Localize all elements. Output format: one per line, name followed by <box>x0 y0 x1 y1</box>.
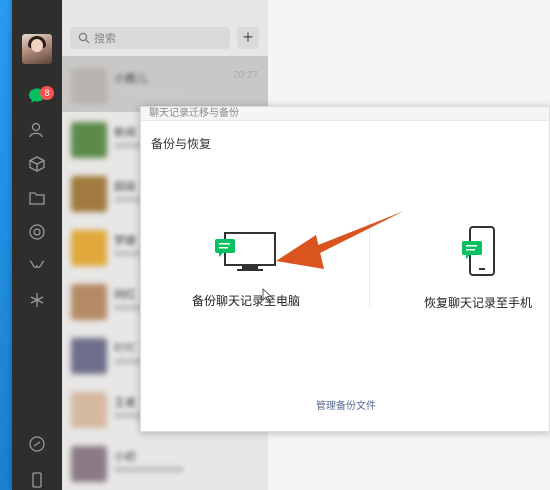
chat-name: 新闻 <box>114 127 136 139</box>
add-chat-button[interactable]: + <box>237 27 259 49</box>
mouse-cursor-icon <box>262 288 272 302</box>
chat-avatar <box>71 446 107 482</box>
chat-name: 小鹿儿 <box>114 73 147 85</box>
chat-avatar <box>71 392 107 428</box>
chat-name: 小初 <box>114 451 136 463</box>
chat-name: 王者 <box>114 397 136 409</box>
user-avatar[interactable] <box>22 34 52 64</box>
chat-name: 梦婕 <box>114 235 136 247</box>
chat-name: 网红 <box>114 289 136 301</box>
chat-avatar <box>71 176 107 212</box>
chat-preview <box>114 88 184 95</box>
nav-sidebar: 8 <box>12 0 62 490</box>
chat-item[interactable]: 小初 <box>62 434 268 490</box>
restore-to-phone-label: 恢复聊天记录至手机 <box>423 296 532 310</box>
dialog-heading: 备份与恢复 <box>151 137 212 151</box>
moments-nav-icon[interactable] <box>25 220 49 244</box>
mini-program-nav-icon[interactable] <box>25 432 49 456</box>
contacts-nav-icon[interactable] <box>25 118 49 142</box>
chat-avatar <box>71 338 107 374</box>
chat-time: 20:27 <box>232 70 258 81</box>
search-nav-icon[interactable] <box>25 288 49 312</box>
search-icon <box>78 32 90 44</box>
avatar-face <box>31 39 43 52</box>
chat-item[interactable]: 小鹿儿 20:27 <box>62 56 268 112</box>
chat-name: 超级 <box>114 181 136 193</box>
chat-name: 吖吖 <box>114 343 136 355</box>
phone-nav-icon[interactable] <box>25 468 49 490</box>
chat-avatar <box>71 122 107 158</box>
unread-badge: 8 <box>40 86 54 100</box>
restore-to-phone-option[interactable]: 恢复聊天记录至手机 <box>403 225 550 311</box>
dialog-titlebar: 聊天记录迁移与备份 <box>141 107 549 121</box>
files-nav-icon[interactable] <box>25 186 49 210</box>
chat-avatar <box>71 68 107 104</box>
wechat-window: 8 搜索 + 小鹿儿 20:27 新闻 超级 梦婕 网红 吖吖 王者 小初 聊天… <box>12 0 550 490</box>
manage-backup-files-link[interactable]: 管理备份文件 <box>141 397 550 412</box>
search-placeholder: 搜索 <box>94 33 116 45</box>
favorites-nav-icon[interactable] <box>25 152 49 176</box>
phone-icon <box>462 226 495 276</box>
backup-to-pc-label: 备份聊天记录至电脑 <box>191 294 300 308</box>
channels-nav-icon[interactable] <box>25 254 49 278</box>
chat-avatar <box>71 230 107 266</box>
chat-avatar <box>71 284 107 320</box>
desktop-background <box>0 0 12 490</box>
search-box[interactable]: 搜索 <box>70 27 230 49</box>
annotation-arrow-icon <box>276 211 404 269</box>
chat-preview <box>114 466 184 473</box>
